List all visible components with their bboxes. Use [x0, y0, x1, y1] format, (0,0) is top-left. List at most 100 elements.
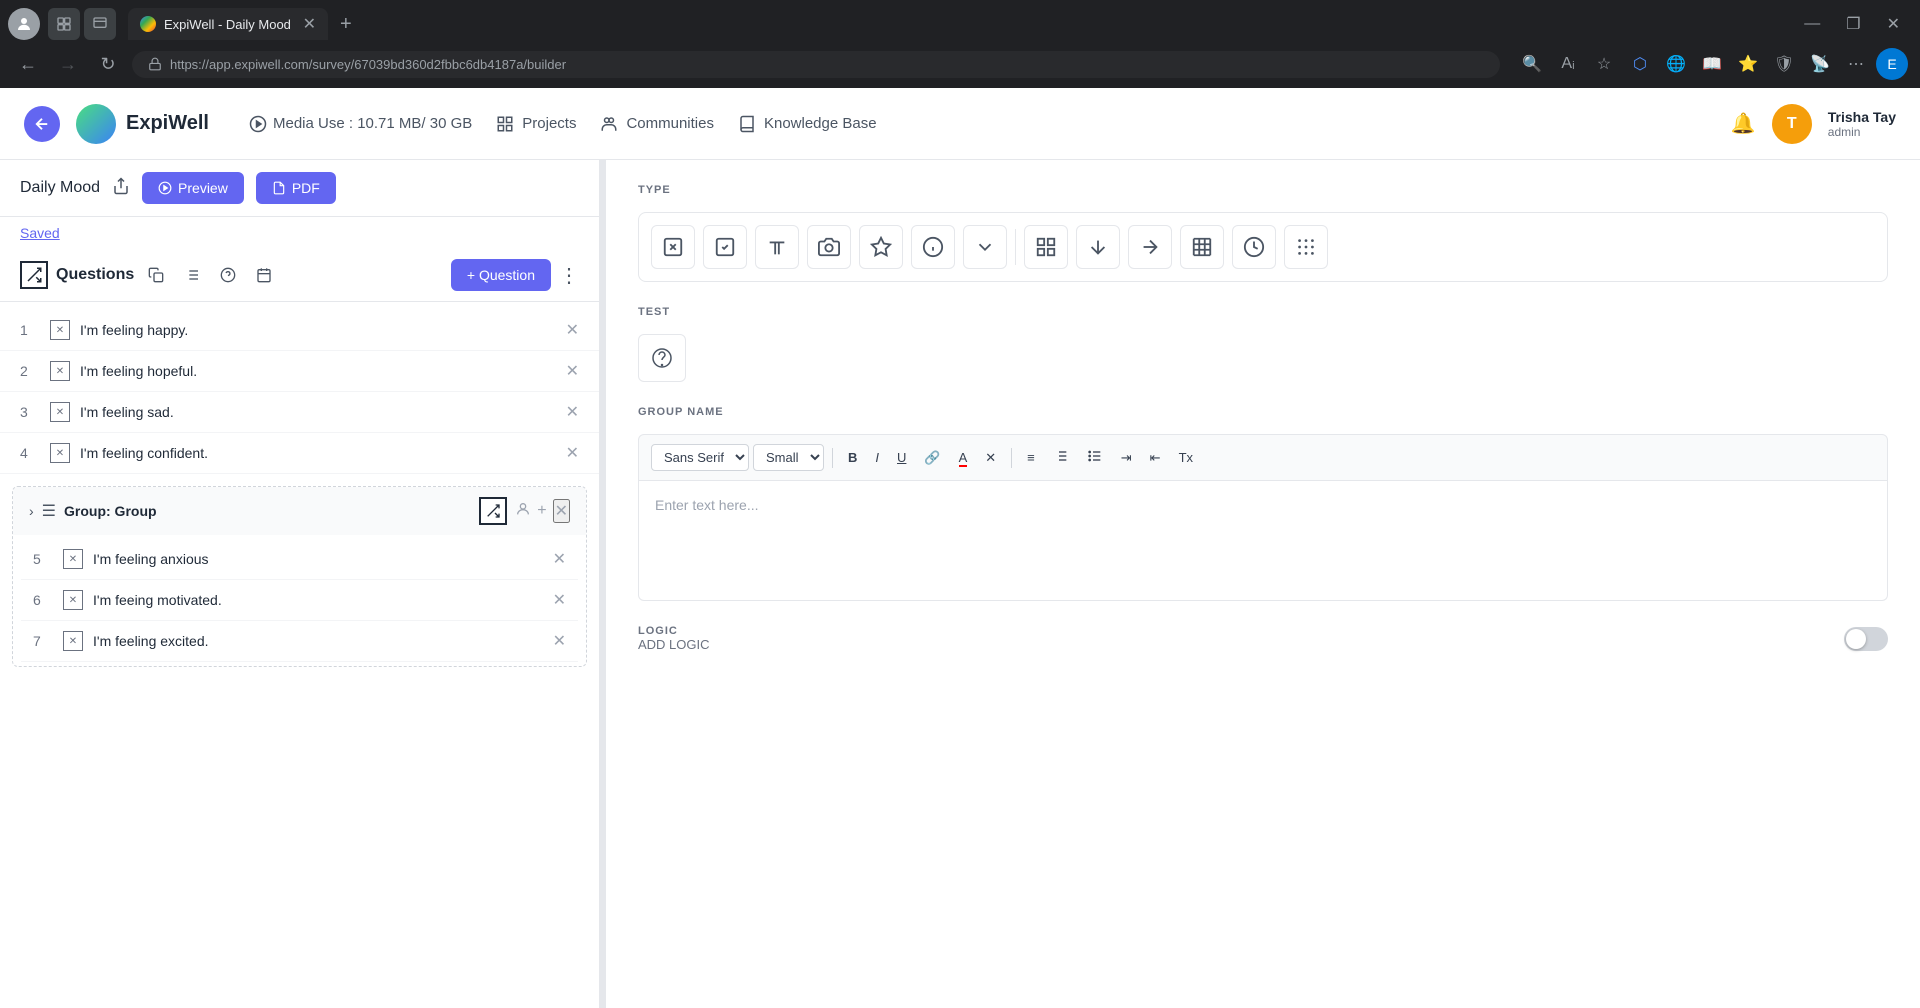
- cast-button[interactable]: 📡: [1804, 48, 1836, 80]
- group-question-item[interactable]: 7 ✕ I'm feeling excited. ✕: [21, 621, 578, 662]
- remove-question-button[interactable]: ✕: [566, 443, 579, 463]
- align-left-button[interactable]: ≡: [1020, 445, 1042, 470]
- italic-button[interactable]: I: [868, 445, 886, 470]
- question-type-icon: ✕: [50, 320, 70, 340]
- user-avatar[interactable]: T: [1772, 104, 1812, 144]
- questions-shuffle-icon[interactable]: [20, 261, 48, 289]
- extension1-button[interactable]: ⬡: [1624, 48, 1656, 80]
- link-button[interactable]: 🔗: [917, 445, 947, 471]
- extension2-button[interactable]: 🌐: [1660, 48, 1692, 80]
- type-dots-button[interactable]: [1284, 225, 1328, 269]
- reader-button[interactable]: 📖: [1696, 48, 1728, 80]
- pdf-button[interactable]: PDF: [256, 172, 336, 204]
- profile-icon[interactable]: [8, 8, 40, 40]
- notifications-bell-icon[interactable]: 🔔: [1731, 111, 1756, 136]
- bookmark2-button[interactable]: ⭐: [1732, 48, 1764, 80]
- remove-question-button[interactable]: ✕: [553, 631, 566, 651]
- logo-area: ExpiWell: [76, 104, 209, 144]
- active-tab[interactable]: ExpiWell - Daily Mood ✕: [128, 8, 328, 40]
- group-question-item[interactable]: 6 ✕ I'm feeing motivated. ✕: [21, 580, 578, 621]
- close-button[interactable]: ✕: [1875, 10, 1912, 38]
- group-expand-button[interactable]: ›: [29, 503, 34, 519]
- back-button[interactable]: ←: [12, 48, 44, 80]
- communities-nav-item[interactable]: Communities: [600, 115, 714, 133]
- help-button[interactable]: [214, 261, 242, 289]
- question-type-icon: ✕: [63, 549, 83, 569]
- remove-question-button[interactable]: ✕: [566, 320, 579, 340]
- type-info-button[interactable]: [911, 225, 955, 269]
- knowledge-base-nav-item[interactable]: Knowledge Base: [738, 115, 877, 133]
- group-shuffle-icon[interactable]: [479, 497, 507, 525]
- type-small-grid-button[interactable]: [1180, 225, 1224, 269]
- test-icon-button[interactable]: [638, 334, 686, 382]
- font-color-button[interactable]: A: [952, 445, 975, 470]
- maximize-button[interactable]: ❐: [1834, 10, 1872, 38]
- type-checkbox-check-button[interactable]: [703, 225, 747, 269]
- group-remove-button[interactable]: ✕: [553, 499, 570, 523]
- share-button[interactable]: [112, 177, 130, 200]
- type-camera-button[interactable]: [807, 225, 851, 269]
- remove-question-button[interactable]: ✕: [566, 402, 579, 422]
- outdent-button[interactable]: ⇤: [1143, 445, 1168, 471]
- questions-list: 1 ✕ I'm feeling happy. ✕ 2 ✕ I'm feeling…: [0, 302, 599, 1008]
- underline-button[interactable]: U: [890, 445, 913, 470]
- toggle-knob: [1846, 629, 1866, 649]
- back-to-dashboard-button[interactable]: [24, 106, 60, 142]
- copy-questions-button[interactable]: [142, 261, 170, 289]
- type-dropdown-button[interactable]: [963, 225, 1007, 269]
- clear-format-button[interactable]: Tx: [1172, 445, 1200, 470]
- remove-question-button[interactable]: ✕: [553, 590, 566, 610]
- projects-nav-item[interactable]: Projects: [496, 115, 576, 133]
- more-button[interactable]: ⋯: [1840, 48, 1872, 80]
- unordered-list-button[interactable]: [1080, 443, 1110, 472]
- type-vertical-arrow-button[interactable]: [1076, 225, 1120, 269]
- highlight-button[interactable]: ✕: [978, 445, 1003, 471]
- remove-question-button[interactable]: ✕: [566, 361, 579, 381]
- question-item[interactable]: 3 ✕ I'm feeling sad. ✕: [0, 392, 599, 433]
- list-view-button[interactable]: [178, 261, 206, 289]
- media-use-nav-item[interactable]: Media Use : 10.71 MB/ 30 GB: [249, 115, 472, 133]
- add-question-button[interactable]: + Question: [451, 259, 551, 291]
- question-item[interactable]: 2 ✕ I'm feeling hopeful. ✕: [0, 351, 599, 392]
- add-logic-label: ADD LOGIC: [638, 637, 710, 652]
- question-text: I'm feeling confident.: [80, 445, 558, 461]
- user-info: Trisha Tay admin: [1828, 109, 1896, 139]
- calendar-button[interactable]: [250, 261, 278, 289]
- search-action-button[interactable]: 🔍: [1516, 48, 1548, 80]
- reload-button[interactable]: ↻: [92, 48, 124, 80]
- more-options-button[interactable]: ⋮: [559, 263, 579, 288]
- address-bar[interactable]: https://app.expiwell.com/survey/67039bd3…: [132, 51, 1500, 78]
- new-tab-button[interactable]: +: [332, 13, 360, 36]
- bookmark-action-button[interactable]: ☆: [1588, 48, 1620, 80]
- read-action-button[interactable]: Aᵢ: [1552, 48, 1584, 80]
- bold-button[interactable]: B: [841, 445, 864, 470]
- font-family-select[interactable]: Sans Serif: [651, 444, 749, 471]
- minimize-button[interactable]: —: [1792, 11, 1832, 37]
- edge-button[interactable]: E: [1876, 48, 1908, 80]
- type-star-button[interactable]: [859, 225, 903, 269]
- question-item[interactable]: 4 ✕ I'm feeling confident. ✕: [0, 433, 599, 474]
- rich-text-editor[interactable]: Enter text here...: [638, 481, 1888, 601]
- tab-close-button[interactable]: ✕: [303, 14, 316, 34]
- remove-question-button[interactable]: ✕: [553, 549, 566, 569]
- questions-title-area: Questions: [20, 261, 134, 289]
- type-horizontal-arrow-button[interactable]: [1128, 225, 1172, 269]
- preview-button[interactable]: Preview: [142, 172, 244, 204]
- ordered-list-button[interactable]: [1046, 443, 1076, 472]
- type-grid-button[interactable]: [1024, 225, 1068, 269]
- question-item[interactable]: 1 ✕ I'm feeling happy. ✕: [0, 310, 599, 351]
- group-person-button[interactable]: [515, 501, 531, 522]
- logic-toggle[interactable]: [1844, 627, 1888, 651]
- type-text-button[interactable]: [755, 225, 799, 269]
- new-tab-icon[interactable]: [84, 8, 116, 40]
- tab-switcher-icon[interactable]: [48, 8, 80, 40]
- group-add-button[interactable]: +: [537, 502, 546, 520]
- group-question-item[interactable]: 5 ✕ I'm feeling anxious ✕: [21, 539, 578, 580]
- font-size-select[interactable]: Small: [753, 444, 824, 471]
- user-name: Trisha Tay: [1828, 109, 1896, 125]
- type-clock-button[interactable]: [1232, 225, 1276, 269]
- forward-button[interactable]: →: [52, 48, 84, 80]
- indent-button[interactable]: ⇥: [1114, 445, 1139, 471]
- shield-button[interactable]: 🛡: [1768, 48, 1800, 80]
- type-checkbox-x-button[interactable]: [651, 225, 695, 269]
